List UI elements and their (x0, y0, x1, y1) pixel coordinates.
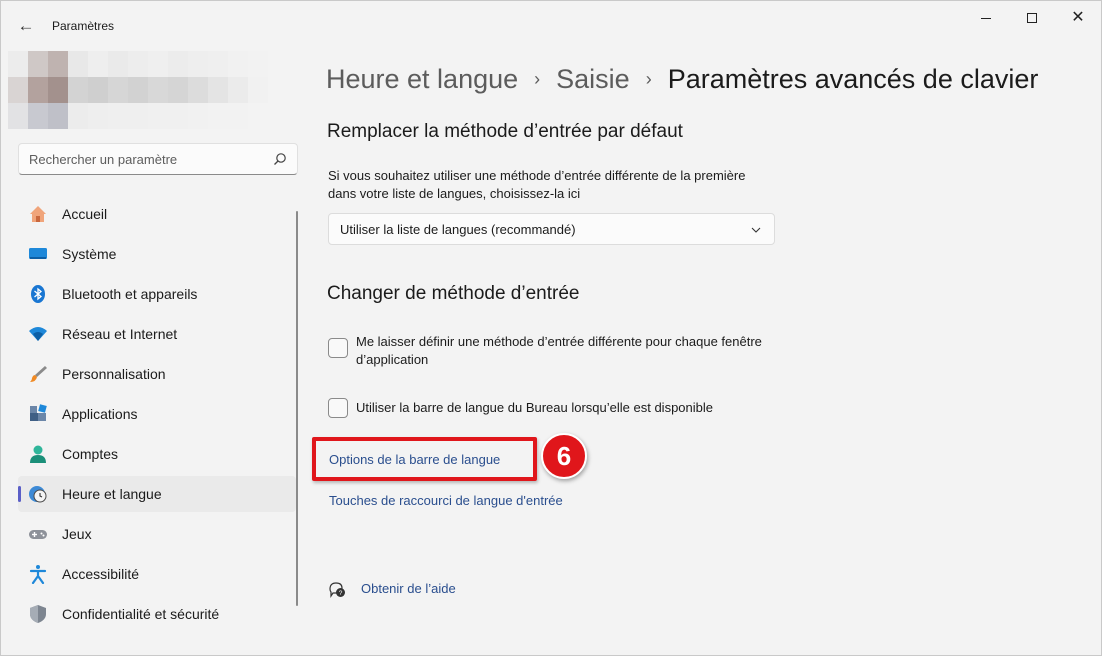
input-hotkeys-link[interactable]: Touches de raccourci de langue d'entrée (329, 493, 563, 508)
checkbox-row-language-bar[interactable]: Utiliser la barre de langue du Bureau lo… (328, 398, 713, 418)
close-button[interactable]: ✕ (1055, 1, 1101, 35)
sidebar-item-label: Applications (62, 406, 138, 422)
chevron-down-icon (751, 227, 761, 233)
breadcrumb-separator: › (534, 68, 541, 89)
apps-icon (30, 404, 47, 421)
person-icon (30, 445, 46, 463)
sidebar-item-label: Accessibilité (62, 566, 140, 582)
breadcrumb: Heure et langue › Saisie › Paramètres av… (326, 59, 1038, 99)
checkbox-label: Utiliser la barre de langue du Bureau lo… (356, 400, 713, 415)
sidebar-item-comptes[interactable]: Comptes (18, 436, 296, 472)
title-bar: ← Paramètres ✕ (1, 1, 1101, 49)
minimize-button[interactable] (963, 1, 1009, 35)
maximize-icon (1027, 13, 1037, 23)
sidebar-item-label: Personnalisation (62, 366, 166, 382)
sidebar-item-label: Système (62, 246, 117, 262)
sidebar-item-label: Bluetooth et appareils (62, 286, 198, 302)
clock-globe-icon (29, 486, 47, 503)
sidebar-item-label: Jeux (62, 526, 92, 542)
section-title-switch-input: Changer de méthode d’entrée (327, 283, 580, 304)
sidebar-item-applications[interactable]: Applications (18, 396, 296, 432)
user-profile-blurred[interactable] (8, 51, 268, 129)
input-method-dropdown[interactable]: Utiliser la liste de langues (recommandé… (328, 213, 775, 245)
paintbrush-icon (30, 366, 47, 382)
breadcrumb-separator: › (645, 68, 652, 89)
close-icon: ✕ (1071, 9, 1085, 26)
app-title: Paramètres (52, 19, 115, 33)
back-arrow-icon: ← (17, 16, 35, 35)
sidebar-item-jeux[interactable]: Jeux (18, 516, 296, 552)
sidebar-item-label: Comptes (62, 446, 119, 462)
home-icon (30, 206, 46, 222)
sidebar-item-accessibilite[interactable]: Accessibilité (18, 556, 296, 592)
settings-window: ← Paramètres ✕ Accueil (0, 0, 1102, 656)
sidebar-item-label: Heure et langue (62, 486, 162, 502)
accessibility-icon (29, 565, 47, 584)
back-button[interactable]: ← (11, 11, 41, 41)
gamepad-icon (29, 530, 47, 539)
minimize-icon (981, 17, 991, 19)
monitor-icon (29, 248, 47, 259)
checkbox-row-per-app[interactable]: Me laisser définir une méthode d’entrée … (328, 334, 766, 369)
bluetooth-icon (31, 285, 45, 303)
per-app-input-checkbox[interactable] (328, 338, 348, 358)
annotation-step-badge: 6 (541, 433, 587, 479)
sidebar-item-label: Réseau et Internet (62, 326, 178, 342)
maximize-button[interactable] (1009, 1, 1055, 35)
checkbox-label: Me laisser définir une méthode d’entrée … (356, 334, 762, 367)
sidebar-item-label: Accueil (62, 206, 108, 222)
sidebar-nav: Accueil Système Bluetooth et appareils R… (18, 196, 296, 636)
search-icon[interactable] (273, 152, 287, 166)
section-description: Si vous souhaitez utiliser une méthode d… (328, 168, 746, 201)
sidebar-item-reseau[interactable]: Réseau et Internet (18, 316, 296, 352)
sidebar-item-confidentialite[interactable]: Confidentialité et sécurité (18, 596, 296, 632)
search-box (18, 143, 298, 175)
shield-icon (30, 605, 46, 623)
sidebar-item-heure-langue[interactable]: Heure et langue (18, 476, 296, 512)
breadcrumb-heure-langue[interactable]: Heure et langue (326, 64, 518, 95)
annotation-highlight-box (312, 437, 537, 481)
sidebar-item-label: Confidentialité et sécurité (62, 606, 220, 622)
page-title: Paramètres avancés de clavier (667, 63, 1039, 94)
breadcrumb-saisie[interactable]: Saisie (556, 64, 630, 95)
sidebar-scrollbar[interactable] (296, 211, 298, 606)
help-icon: ? (329, 582, 345, 598)
dropdown-value: Utiliser la liste de langues (recommandé… (340, 221, 576, 237)
sidebar-item-accueil[interactable]: Accueil (18, 196, 296, 232)
search-input[interactable] (19, 144, 297, 174)
wifi-icon (29, 327, 47, 341)
get-help-link[interactable]: Obtenir de l’aide (361, 581, 456, 596)
section-title-default-input: Remplacer la méthode d’entrée par défaut (327, 121, 683, 142)
sidebar-item-systeme[interactable]: Système (18, 236, 296, 272)
sidebar-item-bluetooth[interactable]: Bluetooth et appareils (18, 276, 296, 312)
sidebar-item-personnalisation[interactable]: Personnalisation (18, 356, 296, 392)
svg-text:?: ? (339, 590, 343, 597)
desktop-language-bar-checkbox[interactable] (328, 398, 348, 418)
